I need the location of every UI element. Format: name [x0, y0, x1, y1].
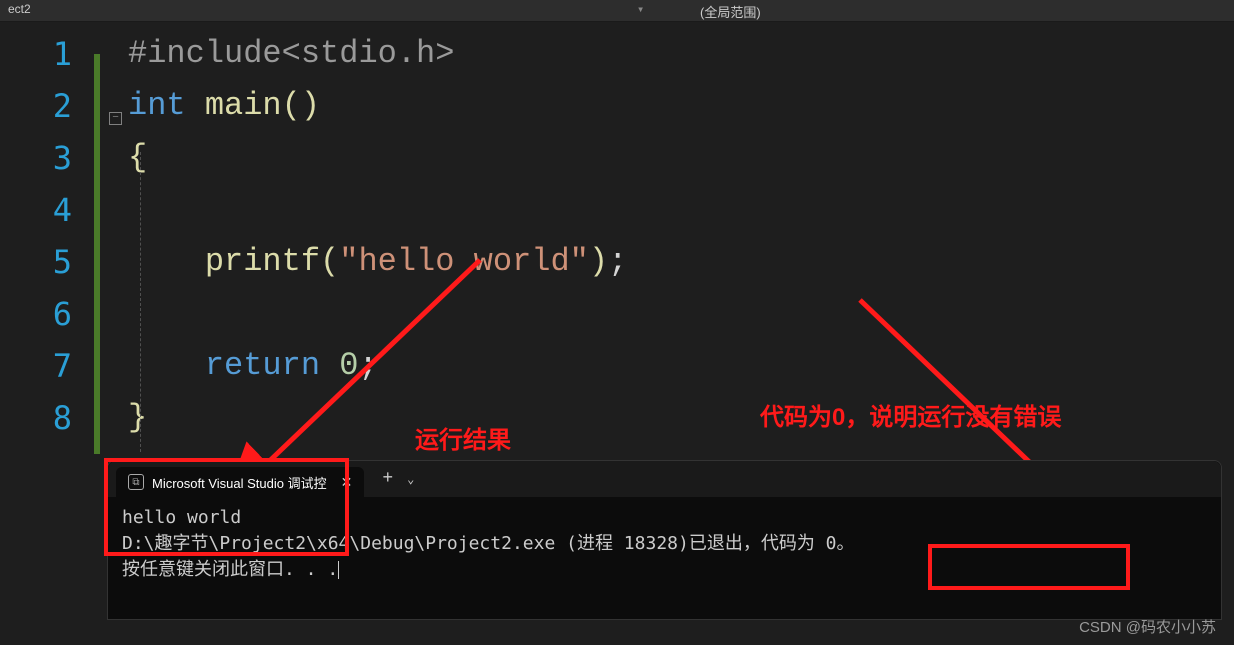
code-line: }	[128, 392, 627, 444]
annotation-exit-code: 代码为0，说明运行没有错误	[760, 397, 1061, 432]
line-number: 3	[0, 132, 72, 184]
code-line: int main()	[128, 80, 627, 132]
terminal-tabbar: ⧉ Microsoft Visual Studio 调试控 ✕ + ⌄	[108, 461, 1221, 497]
terminal-tab[interactable]: ⧉ Microsoft Visual Studio 调试控 ✕	[116, 467, 364, 497]
code-editor[interactable]: 1 2 3 4 5 6 7 8 − #include<stdio.h> int …	[0, 22, 1234, 462]
line-number: 7	[0, 340, 72, 392]
line-number-gutter: 1 2 3 4 5 6 7 8	[0, 22, 90, 462]
file-tab-label[interactable]: ect2	[0, 0, 39, 21]
fold-collapse-icon[interactable]: −	[109, 112, 122, 125]
terminal-app-icon: ⧉	[128, 474, 144, 490]
code-line	[128, 288, 627, 340]
scope-dropdown[interactable]: (全局范围)	[700, 2, 761, 21]
dropdown-chevron-icon[interactable]: ▾	[637, 2, 644, 17]
terminal-output[interactable]: hello world D:\趣字节\Project2\x64\Debug\Pr…	[108, 497, 1221, 591]
indent-guide	[140, 152, 141, 452]
code-line: printf("hello world");	[128, 236, 627, 288]
change-indicator-bar	[94, 54, 100, 454]
line-number: 2	[0, 80, 72, 132]
code-line	[128, 184, 627, 236]
cursor-icon	[338, 561, 339, 579]
line-number: 5	[0, 236, 72, 288]
code-content[interactable]: #include<stdio.h> int main() { printf("h…	[90, 22, 627, 462]
terminal-window: ⧉ Microsoft Visual Studio 调试控 ✕ + ⌄ hell…	[107, 460, 1222, 620]
terminal-line: 按任意键关闭此窗口. . .	[122, 557, 1207, 583]
new-tab-button[interactable]: +	[382, 469, 393, 489]
close-tab-icon[interactable]: ✕	[341, 474, 353, 491]
top-bar: ect2 ▾ (全局范围)	[0, 0, 1234, 22]
line-number: 6	[0, 288, 72, 340]
tab-dropdown-icon[interactable]: ⌄	[407, 472, 414, 487]
watermark: CSDN @码农小小苏	[1079, 616, 1216, 637]
code-line: return 0;	[128, 340, 627, 392]
line-number: 1	[0, 28, 72, 80]
line-number: 8	[0, 392, 72, 444]
annotation-run-result: 运行结果	[415, 420, 511, 455]
terminal-line: hello world	[122, 505, 1207, 531]
line-number: 4	[0, 184, 72, 236]
terminal-tab-title: Microsoft Visual Studio 调试控	[152, 473, 327, 492]
code-line: {	[128, 132, 627, 184]
terminal-line: D:\趣字节\Project2\x64\Debug\Project2.exe (…	[122, 531, 1207, 557]
code-line: #include<stdio.h>	[128, 28, 627, 80]
